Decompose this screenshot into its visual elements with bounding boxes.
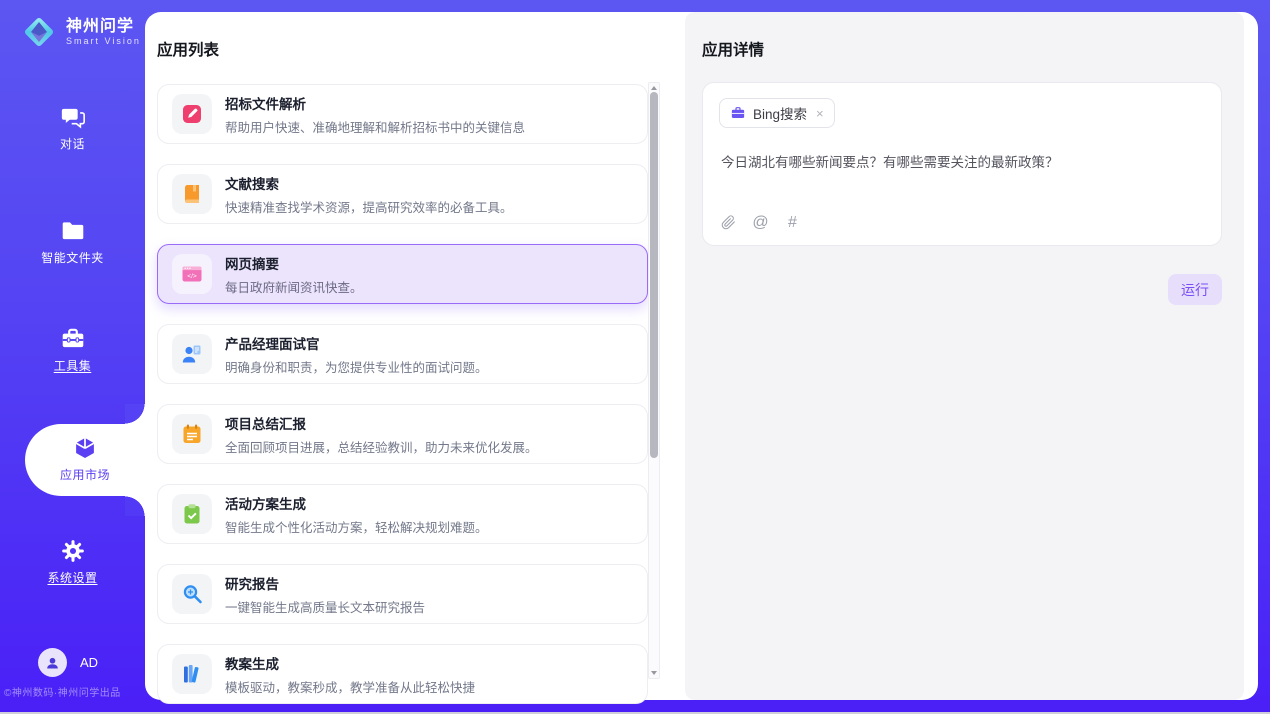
sidebar-item-label: 应用市场 [60,468,110,482]
app-card-texts: 招标文件解析帮助用户快速、准确地理解和解析招标书中的关键信息 [225,93,525,136]
toolbox-icon [60,326,86,352]
user-account[interactable]: AD [38,648,98,677]
svg-text:</>: </> [187,273,197,280]
sidebar-item-label: 对话 [60,137,85,151]
app-card-texts: 文献搜索快速精准查找学术资源，提高研究效率的必备工具。 [225,173,513,216]
app-card-texts: 活动方案生成智能生成个性化活动方案，轻松解决规划难题。 [225,493,488,536]
app-name: 教案生成 [225,653,475,673]
app-card-texts: 网页摘要每日政府新闻资讯快查。 [225,253,363,296]
app-list-title: 应用列表 [157,38,219,60]
brand: 神州问学 Smart Vision [20,13,141,51]
interviewer-icon [172,334,212,374]
app-card-texts: 研究报告一键智能生成高质量长文本研究报告 [225,573,425,616]
chip-close-icon[interactable]: × [814,106,824,121]
clipboard-check-icon [172,494,212,534]
app-card-texts: 教案生成模板驱动，教案秒成，教学准备从此轻松快捷 [225,653,475,696]
scrollbar-thumb[interactable] [650,92,658,458]
chat-icon [60,104,86,130]
book-icon [172,174,212,214]
app-name: 项目总结汇报 [225,413,538,433]
cube-icon [72,435,98,461]
prompt-card: Bing搜索 × 今日湖北有哪些新闻要点？有哪些需要关注的最新政策？ @# [702,82,1222,246]
folder-icon [60,218,86,244]
research-icon [172,574,212,614]
briefcase-icon [730,105,746,121]
app-name: 研究报告 [225,573,425,593]
brand-subtitle: Smart Vision [66,36,141,47]
app-name: 活动方案生成 [225,493,488,513]
app-name: 产品经理面试官 [225,333,488,353]
scroll-down-icon[interactable] [650,669,658,677]
app-card-texts: 项目总结汇报全面回顾项目进展，总结经验教训，助力未来优化发展。 [225,413,538,456]
sidebar-item-5[interactable]: 系统设置 [0,538,145,587]
app-name: 网页摘要 [225,253,363,273]
browser-code-icon: </> [172,254,212,294]
app-description: 明确身份和职责，为您提供专业性的面试问题。 [225,357,488,376]
avatar [38,648,67,677]
sidebar-item-label: 系统设置 [47,571,97,585]
app-card-2[interactable]: 文献搜索快速精准查找学术资源，提高研究效率的必备工具。 [157,164,648,224]
app-name: 文献搜索 [225,173,513,193]
app-description: 一键智能生成高质量长文本研究报告 [225,597,425,616]
sidebar-item-4[interactable]: 应用市场 [25,424,145,496]
app-card-3[interactable]: </> 网页摘要每日政府新闻资讯快查。 [157,244,648,304]
gear-icon [60,538,86,564]
app-description: 全面回顾项目进展，总结经验教训，助力未来优化发展。 [225,437,538,456]
app-card-4[interactable]: 产品经理面试官明确身份和职责，为您提供专业性的面试问题。 [157,324,648,384]
app-card-6[interactable]: 活动方案生成智能生成个性化活动方案，轻松解决规划难题。 [157,484,648,544]
app-window: 神州问学 Smart Vision 对话智能文件夹工具集应用市场系统设置 AD … [0,0,1270,714]
brand-text: 神州问学 Smart Vision [66,18,141,47]
app-card-texts: 产品经理面试官明确身份和职责，为您提供专业性的面试问题。 [225,333,488,376]
app-name: 招标文件解析 [225,93,525,113]
scroll-up-icon[interactable] [650,84,658,92]
prompt-input[interactable]: 今日湖北有哪些新闻要点？有哪些需要关注的最新政策？ [721,151,1203,171]
pen-square-icon [172,94,212,134]
tool-chip-label: Bing搜索 [753,103,807,123]
paperclip-icon[interactable] [720,214,737,231]
attach-toolbar: @# [720,214,801,231]
app-description: 每日政府新闻资讯快查。 [225,277,363,296]
user-initials: AD [80,655,98,670]
sidebar-item-1[interactable]: 对话 [0,104,145,153]
sidebar-item-label: 智能文件夹 [41,251,104,265]
diamond-logo-icon [20,13,58,51]
brand-name: 神州问学 [66,18,141,36]
app-description: 快速精准查找学术资源，提高研究效率的必备工具。 [225,197,513,216]
at-icon[interactable]: @ [752,214,769,231]
app-description: 帮助用户快速、准确地理解和解析招标书中的关键信息 [225,117,525,136]
sidebar-item-2[interactable]: 智能文件夹 [0,218,145,267]
app-list: 招标文件解析帮助用户快速、准确地理解和解析招标书中的关键信息文献搜索快速精准查找… [157,84,648,700]
scrollbar[interactable] [648,82,660,679]
copyright-text: ©神州数码·神州问学出品 [4,684,144,699]
app-card-8[interactable]: 教案生成模板驱动，教案秒成，教学准备从此轻松快捷 [157,644,648,704]
sidebar-item-label: 工具集 [54,359,92,373]
app-card-1[interactable]: 招标文件解析帮助用户快速、准确地理解和解析招标书中的关键信息 [157,84,648,144]
app-description: 模板驱动，教案秒成，教学准备从此轻松快捷 [225,677,475,696]
books-icon [172,654,212,694]
app-card-5[interactable]: 项目总结汇报全面回顾项目进展，总结经验教训，助力未来优化发展。 [157,404,648,464]
app-detail-title: 应用详情 [702,38,764,60]
report-note-icon [172,414,212,454]
tool-chip-bing-search[interactable]: Bing搜索 × [719,98,835,128]
sidebar-item-3[interactable]: 工具集 [0,326,145,375]
app-description: 智能生成个性化活动方案，轻松解决规划难题。 [225,517,488,536]
app-card-7[interactable]: 研究报告一键智能生成高质量长文本研究报告 [157,564,648,624]
run-button[interactable]: 运行 [1168,274,1222,305]
hash-icon[interactable]: # [784,214,801,231]
